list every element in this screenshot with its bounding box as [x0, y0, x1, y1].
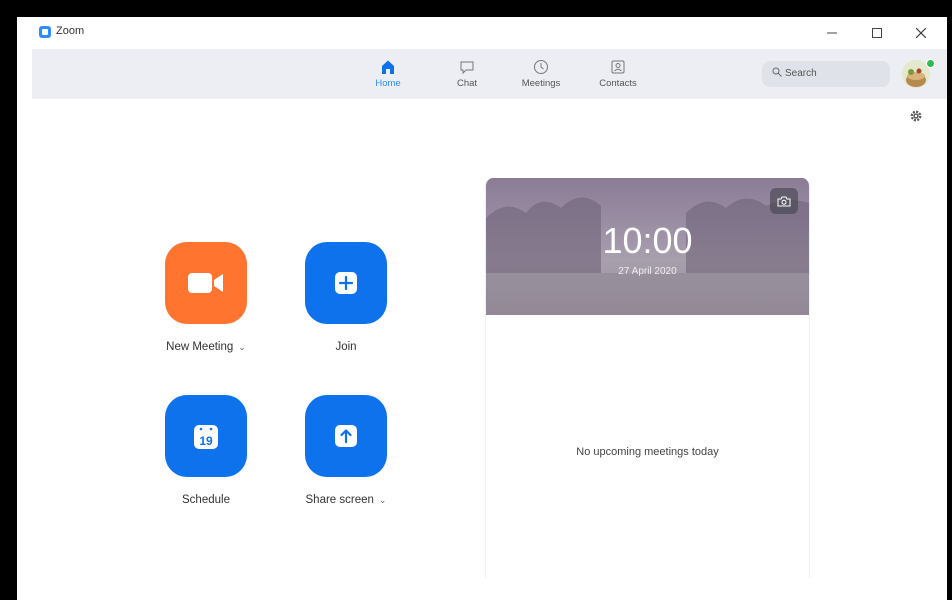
search-icon [772, 67, 782, 77]
tab-chat-label: Chat [456, 78, 478, 89]
share-screen-button[interactable] [305, 395, 387, 477]
close-icon [915, 27, 927, 38]
upcoming-meetings-panel: 10:00 27 April 2020 No upcoming meetings… [485, 178, 810, 578]
share-screen-label: Share screen ⌄ [305, 494, 387, 506]
clock-icon [534, 60, 548, 74]
zoom-logo-icon [39, 26, 51, 38]
tab-home[interactable]: Home [353, 55, 423, 95]
online-status-dot [926, 59, 935, 68]
tab-chat[interactable]: Chat [432, 55, 502, 95]
tab-contacts[interactable]: Contacts [583, 55, 653, 95]
new-meeting-button[interactable] [165, 242, 247, 324]
chevron-down-icon[interactable]: ⌄ [379, 495, 387, 505]
app-title: Zoom [56, 25, 85, 37]
current-date: 27 April 2020 [618, 266, 677, 277]
current-time: 10:00 [602, 220, 693, 261]
no-meetings-message: No upcoming meetings today [576, 446, 719, 458]
join-action: Join [286, 242, 406, 353]
chevron-down-icon[interactable]: ⌄ [238, 342, 246, 352]
join-label: Join [335, 341, 357, 353]
new-meeting-label: New Meeting ⌄ [166, 341, 246, 353]
calendar-day-number: 19 [199, 434, 213, 448]
minimize-button[interactable] [817, 21, 847, 43]
background-photo: 10:00 27 April 2020 [486, 178, 809, 315]
schedule-button[interactable]: 19 [165, 395, 247, 477]
share-up-arrow-icon [335, 425, 357, 447]
tab-meetings-label: Meetings [521, 78, 561, 89]
new-meeting-action: New Meeting ⌄ [146, 242, 266, 353]
maximize-button[interactable] [862, 21, 892, 43]
video-camera-icon [188, 273, 223, 293]
close-button[interactable] [906, 21, 936, 43]
tab-contacts-label: Contacts [599, 78, 637, 89]
chat-icon [460, 61, 474, 75]
title-bar: Zoom [17, 17, 947, 49]
camera-icon [777, 196, 791, 206]
maximize-icon [872, 27, 882, 38]
calendar-icon: 19 [194, 425, 218, 449]
schedule-label: Schedule [182, 494, 230, 506]
share-screen-action: Share screen ⌄ [286, 395, 406, 506]
search-placeholder: Search [785, 68, 817, 79]
top-navigation-bar: Home Chat Meetings Contacts Search [32, 49, 947, 99]
contacts-icon [611, 60, 625, 74]
tab-meetings[interactable]: Meetings [506, 55, 576, 95]
schedule-action: 19 Schedule [146, 395, 266, 506]
tab-home-label: Home [375, 78, 401, 89]
search-input[interactable]: Search [762, 61, 890, 87]
change-background-button[interactable] [770, 188, 798, 214]
gear-icon[interactable] [910, 110, 922, 122]
minimize-icon [827, 32, 837, 34]
zoom-window: Zoom Home Chat Meetings Contacts Search … [17, 17, 947, 600]
home-icon [382, 60, 394, 74]
plus-icon [335, 272, 357, 294]
join-button[interactable] [305, 242, 387, 324]
